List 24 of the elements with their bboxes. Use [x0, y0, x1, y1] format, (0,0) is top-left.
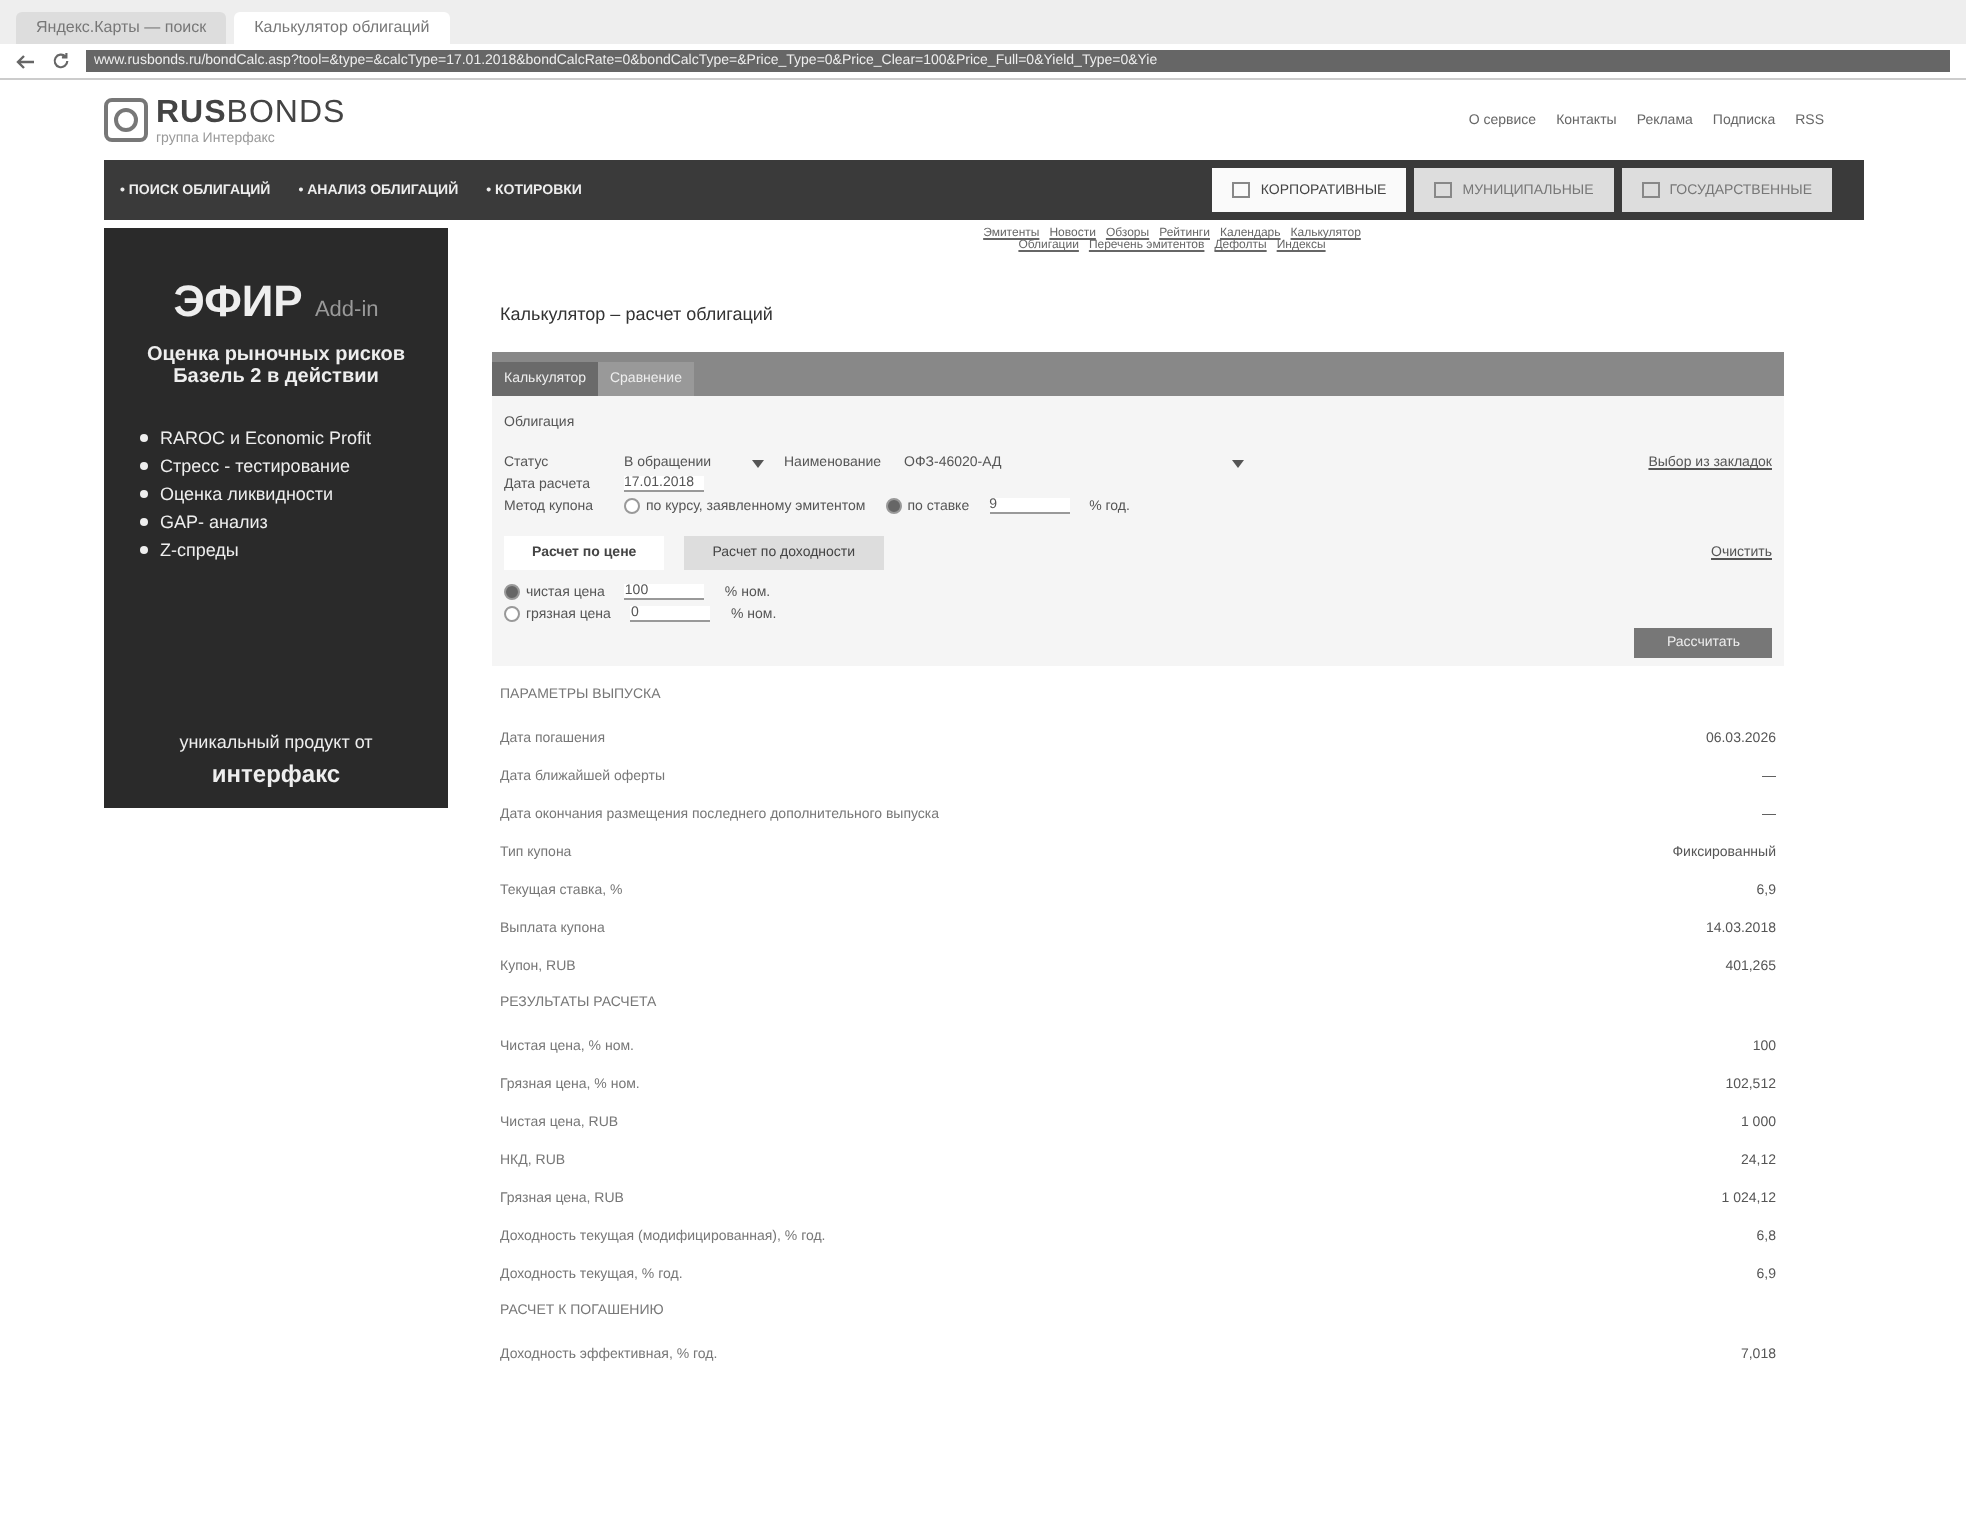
ad-banner[interactable]: ЭФИР Add-in Оценка рыночных рисков Базель 2 в действии RAROC и Economic Profit Стресс - тестирование Оценка ликвидности GAP- анализ Z-спреды уникальный продукт от интерфакс	[104, 228, 448, 808]
banner-title: ЭФИР Add-in	[173, 276, 379, 328]
back-icon[interactable]	[16, 53, 36, 69]
banner-bullet: GAP- анализ	[160, 510, 268, 536]
logo-icon	[104, 98, 148, 142]
banner-bullet: Стресс - тестирование	[160, 454, 351, 480]
bullet-icon	[140, 462, 148, 470]
bullet-icon	[140, 518, 148, 526]
banner-bullet: RAROC и Economic Profit	[160, 426, 372, 452]
banner-bullet: Оценка ликвидности	[160, 482, 334, 508]
banner-bullet: Z-спреды	[160, 538, 239, 564]
browser-tab[interactable]: Калькулятор облигаций	[234, 12, 450, 44]
brand-logo: интерфакс	[211, 760, 341, 788]
bullet-icon	[140, 546, 148, 554]
caret-icon	[752, 459, 764, 467]
site-logo[interactable]: RUSBONDS	[156, 95, 346, 131]
reload-icon[interactable]	[52, 52, 70, 70]
bullet-icon	[140, 490, 148, 498]
browser-tab[interactable]: Яндекс.Карты — поиск	[16, 12, 227, 44]
banner-footer: уникальный продукт от	[179, 732, 373, 752]
bullet-icon	[140, 434, 148, 442]
banner-subtitle: Оценка рыночных рисков Базель 2 в действии	[144, 344, 408, 388]
caret-icon	[1232, 459, 1244, 467]
page-title: Калькулятор – расчет облигаций	[500, 304, 775, 324]
